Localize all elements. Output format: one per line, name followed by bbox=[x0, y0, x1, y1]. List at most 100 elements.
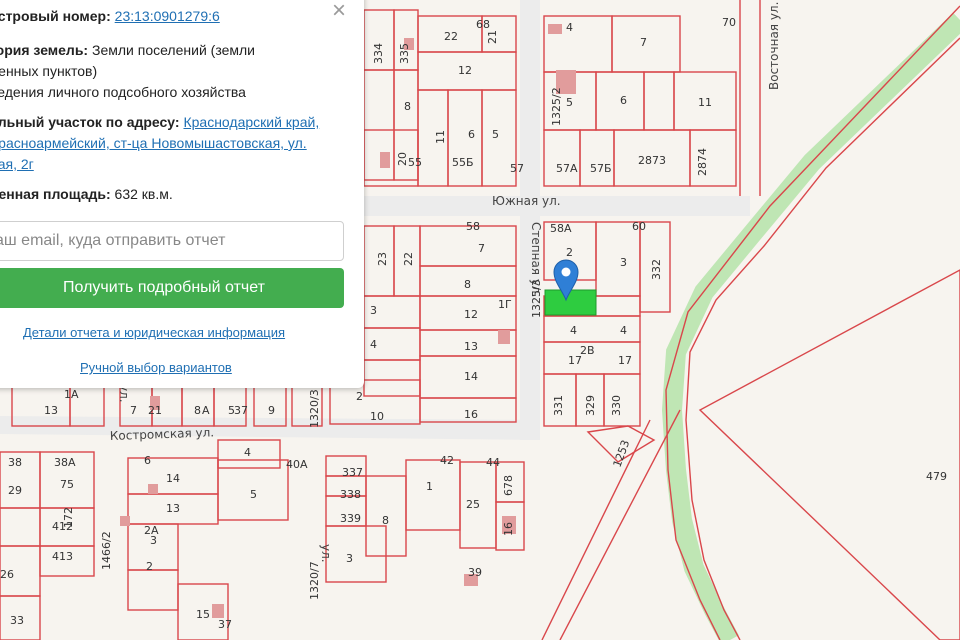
svg-text:13: 13 bbox=[464, 340, 478, 353]
svg-text:40А: 40А bbox=[286, 458, 308, 471]
svg-text:413: 413 bbox=[52, 550, 73, 563]
manual-selection-link[interactable]: Ручной выбор вариантов bbox=[80, 360, 232, 375]
svg-text:20: 20 bbox=[396, 152, 409, 166]
svg-text:331: 331 bbox=[552, 395, 565, 416]
svg-text:2: 2 bbox=[356, 390, 363, 403]
svg-text:38: 38 bbox=[8, 456, 22, 469]
address-row: ельный участок по адресу: Краснодарский … bbox=[0, 112, 319, 133]
land-category-value-2: ленных пунктов) bbox=[0, 63, 98, 79]
area-label: ненная площадь: bbox=[0, 186, 111, 202]
svg-text:337: 337 bbox=[342, 466, 363, 479]
svg-text:37: 37 bbox=[218, 618, 232, 631]
land-category-row: гория земель: Земли поселений (земли bbox=[0, 40, 255, 61]
address-line-3-row: ная, 2г bbox=[0, 154, 34, 175]
svg-text:55Б: 55Б bbox=[452, 156, 474, 169]
svg-text:1325/2: 1325/2 bbox=[550, 87, 563, 126]
svg-text:2В: 2В bbox=[580, 344, 595, 357]
close-icon[interactable]: × bbox=[328, 0, 350, 23]
svg-text:23: 23 bbox=[376, 252, 389, 266]
svg-text:68: 68 bbox=[476, 18, 490, 31]
svg-text:332: 332 bbox=[650, 259, 663, 280]
svg-text:60: 60 bbox=[632, 220, 646, 233]
svg-text:26: 26 bbox=[0, 568, 14, 581]
address-link-1[interactable]: Краснодарский край, bbox=[183, 114, 319, 130]
land-category-label: гория земель: bbox=[0, 42, 89, 58]
address-line-2-row: Красноармейский, ст-ца Новомышастовская,… bbox=[0, 133, 307, 154]
svg-text:4: 4 bbox=[370, 338, 377, 351]
svg-text:55: 55 bbox=[408, 156, 422, 169]
svg-text:339: 339 bbox=[340, 512, 361, 525]
selected-parcel[interactable] bbox=[544, 289, 597, 316]
svg-text:479: 479 bbox=[926, 470, 947, 483]
svg-text:57А: 57А bbox=[556, 162, 578, 175]
svg-text:335: 335 bbox=[398, 43, 411, 64]
svg-text:4: 4 bbox=[620, 324, 627, 337]
svg-text:17: 17 bbox=[568, 354, 582, 367]
svg-text:329: 329 bbox=[584, 395, 597, 416]
area-value: 632 кв.м. bbox=[114, 186, 173, 202]
svg-text:11: 11 bbox=[698, 96, 712, 109]
street-label-vostochnaya: Восточная ул. bbox=[767, 2, 781, 90]
svg-text:44: 44 bbox=[486, 456, 500, 469]
svg-text:21: 21 bbox=[148, 404, 162, 417]
svg-text:7: 7 bbox=[130, 404, 137, 417]
svg-text:14: 14 bbox=[166, 472, 180, 485]
svg-text:58А: 58А bbox=[550, 222, 572, 235]
svg-text:11: 11 bbox=[434, 130, 447, 144]
svg-text:16: 16 bbox=[464, 408, 478, 421]
area-row: ненная площадь: 632 кв.м. bbox=[0, 184, 173, 205]
svg-text:3: 3 bbox=[370, 304, 377, 317]
svg-text:3: 3 bbox=[620, 256, 627, 269]
svg-text:37: 37 bbox=[234, 404, 248, 417]
svg-text:8: 8 bbox=[464, 278, 471, 291]
email-input[interactable]: аш email, куда отправить отчет bbox=[0, 221, 344, 261]
svg-text:70: 70 bbox=[722, 16, 736, 29]
svg-text:8: 8 bbox=[194, 404, 201, 417]
svg-text:4: 4 bbox=[244, 446, 251, 459]
svg-text:8: 8 bbox=[382, 514, 389, 527]
svg-text:1320/7: 1320/7 bbox=[308, 561, 321, 600]
svg-text:3: 3 bbox=[346, 552, 353, 565]
svg-text:9: 9 bbox=[268, 404, 275, 417]
svg-text:16: 16 bbox=[502, 522, 515, 536]
svg-text:2873: 2873 bbox=[638, 154, 666, 167]
svg-text:4: 4 bbox=[566, 21, 573, 34]
address-link-3[interactable]: ная, 2г bbox=[0, 156, 34, 172]
svg-text:22: 22 bbox=[444, 30, 458, 43]
cadastral-number-label: астровый номер: bbox=[0, 8, 111, 24]
svg-text:1466/2: 1466/2 bbox=[100, 531, 113, 570]
address-link-2[interactable]: Красноармейский, ст-ца Новомышастовская,… bbox=[0, 135, 307, 151]
svg-text:2874: 2874 bbox=[696, 148, 709, 176]
land-category-value-3: ведения личного подсобного хозяйства bbox=[0, 84, 246, 100]
svg-text:1А: 1А bbox=[64, 388, 79, 401]
svg-text:57Б: 57Б bbox=[590, 162, 612, 175]
street-label-ul-bottom: ул. bbox=[319, 544, 333, 563]
svg-text:4: 4 bbox=[570, 324, 577, 337]
svg-text:25: 25 bbox=[466, 498, 480, 511]
svg-text:1320/3: 1320/3 bbox=[308, 389, 321, 428]
land-category-value-1: Земли поселений (земли bbox=[92, 42, 255, 58]
svg-text:7: 7 bbox=[640, 36, 647, 49]
svg-text:330: 330 bbox=[610, 395, 623, 416]
svg-text:172: 172 bbox=[62, 507, 75, 528]
cadastral-number-row: астровый номер: 23:13:0901279:6 bbox=[0, 6, 220, 27]
svg-text:15: 15 bbox=[196, 608, 210, 621]
svg-text:21: 21 bbox=[486, 30, 499, 44]
svg-text:17: 17 bbox=[618, 354, 632, 367]
street-label-yuzhnaya: Южная ул. bbox=[492, 194, 561, 208]
svg-text:12: 12 bbox=[458, 64, 472, 77]
svg-text:1: 1 bbox=[426, 480, 433, 493]
svg-text:5: 5 bbox=[492, 128, 499, 141]
svg-text:57: 57 bbox=[510, 162, 524, 175]
get-report-button[interactable]: Получить подробный отчет bbox=[0, 268, 344, 308]
svg-text:13: 13 bbox=[44, 404, 58, 417]
report-details-link[interactable]: Детали отчета и юридическая информация bbox=[23, 325, 285, 340]
svg-text:33: 33 bbox=[10, 614, 24, 627]
svg-text:1Г: 1Г bbox=[498, 298, 512, 311]
svg-text:75: 75 bbox=[60, 478, 74, 491]
svg-text:2: 2 bbox=[146, 560, 153, 573]
cadastral-number-link[interactable]: 23:13:0901279:6 bbox=[115, 8, 220, 24]
svg-text:6: 6 bbox=[620, 94, 627, 107]
svg-text:12: 12 bbox=[464, 308, 478, 321]
svg-text:3: 3 bbox=[150, 534, 157, 547]
